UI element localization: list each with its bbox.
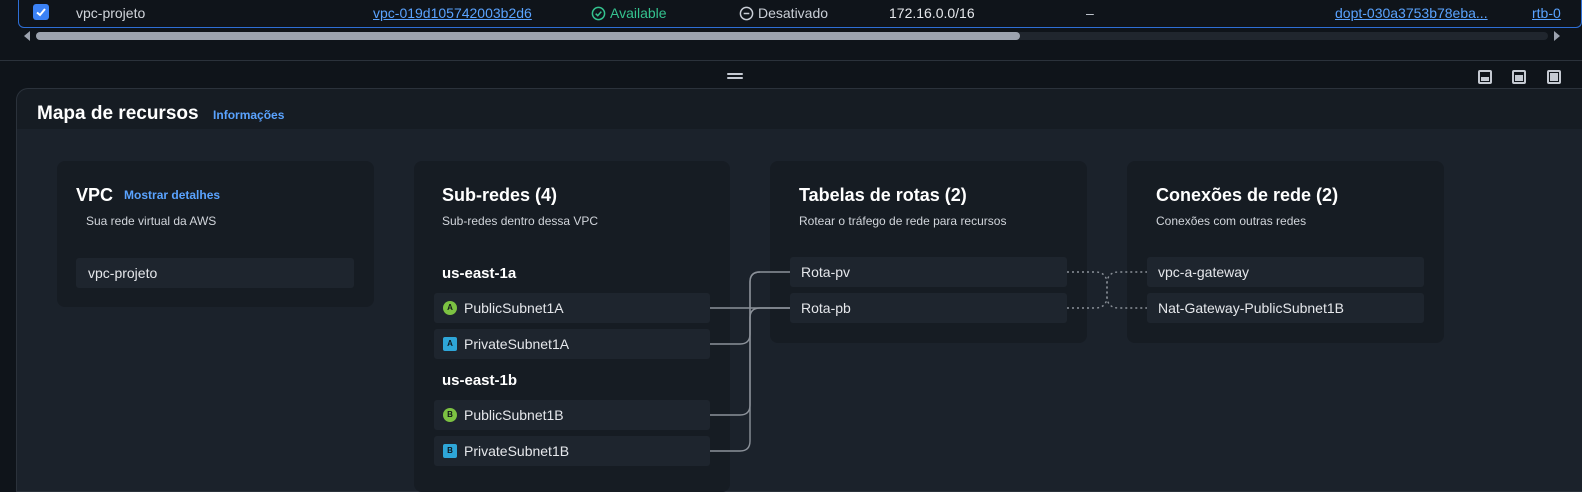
link-rota-pv-nat [1067,271,1147,309]
route-connection-links [1067,271,1147,309]
link-rota-pb-igw [1067,271,1147,309]
link-private1b-rota-pv [710,271,761,452]
subnet-route-links [710,271,790,452]
resource-connectors [710,271,1147,452]
